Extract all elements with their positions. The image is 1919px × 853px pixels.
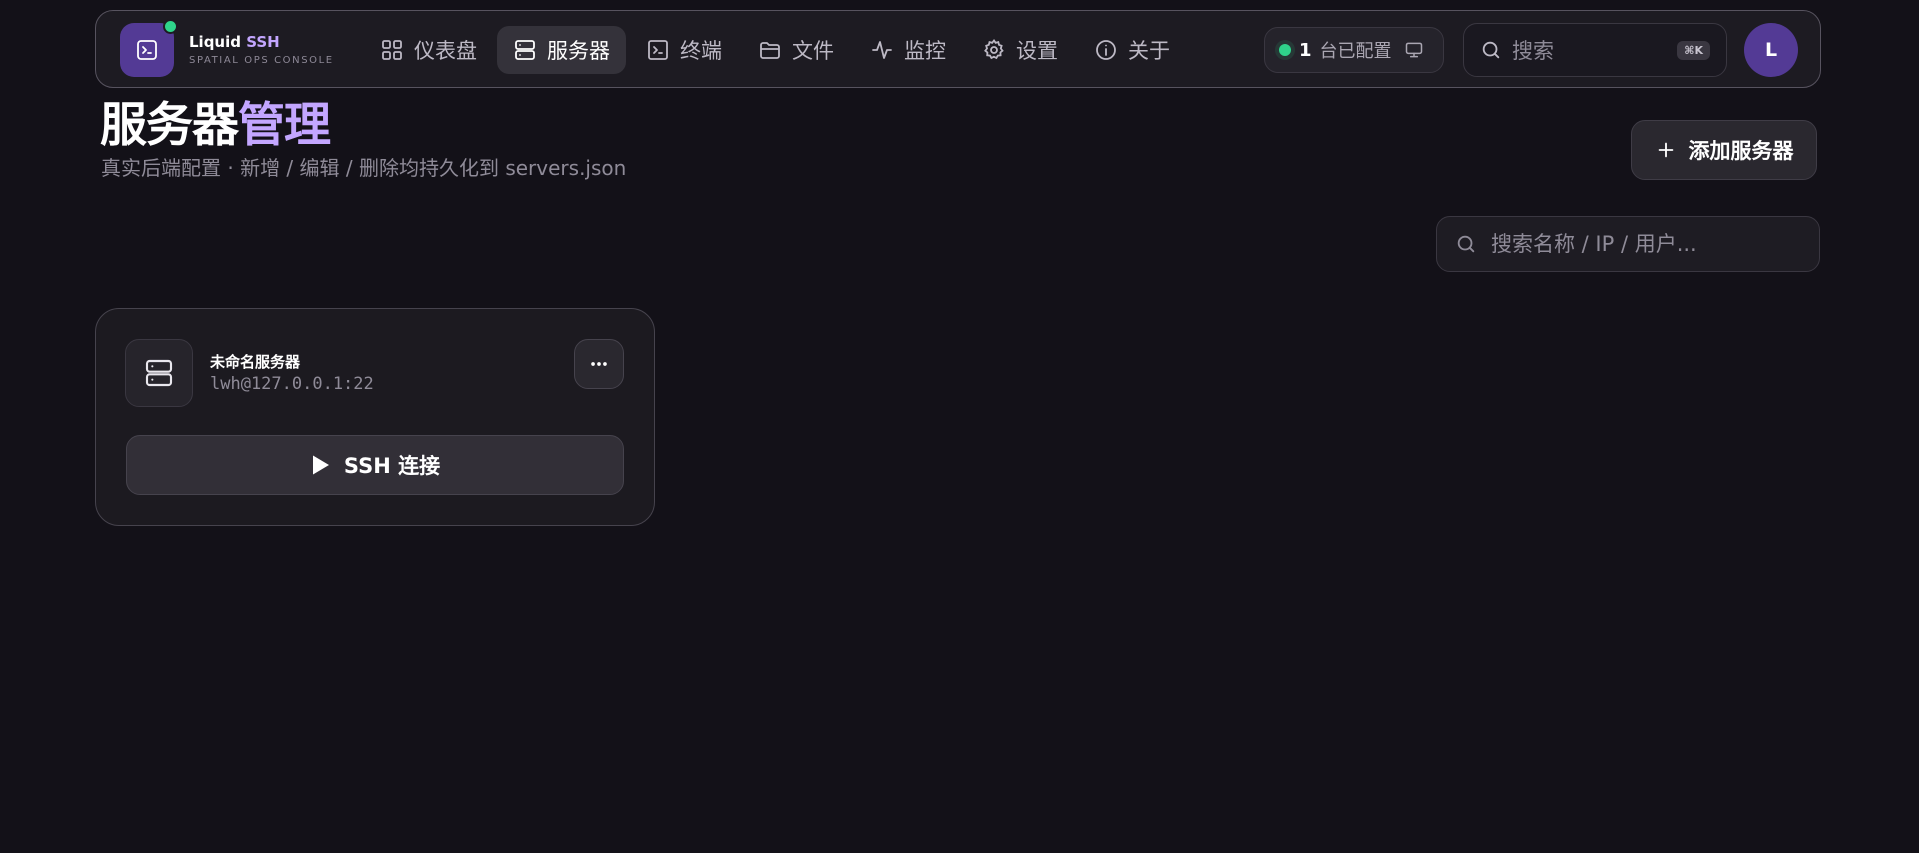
nav-label: 文件 — [792, 39, 834, 63]
server-address: lwh@127.0.0.1:22 — [210, 374, 374, 394]
brand-title: Liquid SSH — [189, 33, 334, 51]
nav-label: 设置 — [1016, 39, 1058, 63]
configured-count: 1 — [1299, 39, 1312, 61]
folder-icon — [760, 42, 780, 59]
status-dot — [1279, 44, 1291, 56]
server-icon — [145, 359, 173, 387]
add-server-label: 添加服务器 — [1688, 139, 1794, 163]
nav-label: 终端 — [680, 39, 722, 63]
ssh-connect-button[interactable]: SSH 连接 — [126, 435, 624, 495]
server-search — [1436, 216, 1820, 272]
search-icon — [1457, 235, 1475, 253]
terminal-icon — [648, 40, 668, 60]
plus-icon — [1658, 142, 1673, 158]
brand: Liquid SSH SPATIAL OPS CONSOLE — [189, 33, 334, 66]
server-icon — [515, 40, 535, 60]
nav-label: 服务器 — [547, 39, 610, 63]
global-search-placeholder: 搜索 — [1512, 39, 1554, 63]
online-status-dot — [163, 19, 178, 34]
nav-label: 监控 — [904, 39, 946, 63]
brand-subtitle: SPATIAL OPS CONSOLE — [189, 55, 334, 66]
brand-accent: SSH — [246, 33, 280, 51]
brand-name: Liquid — [189, 33, 241, 51]
nav-label: 关于 — [1128, 39, 1170, 63]
ssh-connect-label: SSH 连接 — [343, 454, 441, 478]
server-name: 未命名服务器 — [210, 353, 301, 371]
info-icon — [1096, 40, 1116, 60]
global-search[interactable]: 搜索 ⌘K — [1463, 23, 1727, 77]
more-horizontal-icon — [591, 362, 607, 366]
app-logo[interactable] — [120, 19, 178, 77]
grid-icon — [382, 40, 402, 60]
nav-item-servers[interactable]: 服务器 — [497, 26, 626, 74]
nav-label: 仪表盘 — [414, 39, 477, 63]
server-more-button[interactable] — [574, 339, 624, 389]
main-nav: 仪表盘 服务器 终端 文件 监控 设置 关于 — [364, 26, 1186, 74]
user-avatar[interactable]: L — [1744, 23, 1798, 77]
page-title-accent: 管理 — [238, 98, 331, 153]
page-title-main: 服务器 — [100, 98, 239, 153]
server-card: 未命名服务器 lwh@127.0.0.1:22 SSH 连接 — [95, 308, 655, 526]
nav-item-files[interactable]: 文件 — [742, 26, 850, 74]
top-navbar: Liquid SSH SPATIAL OPS CONSOLE 仪表盘 服务器 终… — [95, 10, 1821, 88]
add-server-button[interactable]: 添加服务器 — [1631, 120, 1817, 180]
nav-item-terminal[interactable]: 终端 — [630, 26, 738, 74]
server-card-icon — [125, 339, 193, 407]
configured-label: 台已配置 — [1319, 41, 1392, 62]
page-subtitle: 真实后端配置 · 新增 / 编辑 / 删除均持久化到 servers.json — [101, 156, 627, 180]
play-icon — [312, 455, 329, 475]
search-icon — [1482, 41, 1500, 59]
shortcut-badge: ⌘K — [1677, 40, 1710, 60]
nav-item-about[interactable]: 关于 — [1078, 26, 1186, 74]
configured-status-badge[interactable]: 1 台已配置 — [1264, 27, 1444, 73]
server-search-input[interactable] — [1489, 231, 1801, 257]
gear-icon — [984, 38, 1004, 60]
monitor-icon — [1405, 42, 1422, 58]
nav-item-settings[interactable]: 设置 — [966, 26, 1074, 74]
nav-item-monitor[interactable]: 监控 — [854, 26, 962, 74]
activity-icon — [872, 41, 892, 59]
terminal-icon — [137, 40, 157, 60]
page-title: 服务器管理 — [100, 86, 331, 155]
nav-item-dashboard[interactable]: 仪表盘 — [364, 26, 493, 74]
